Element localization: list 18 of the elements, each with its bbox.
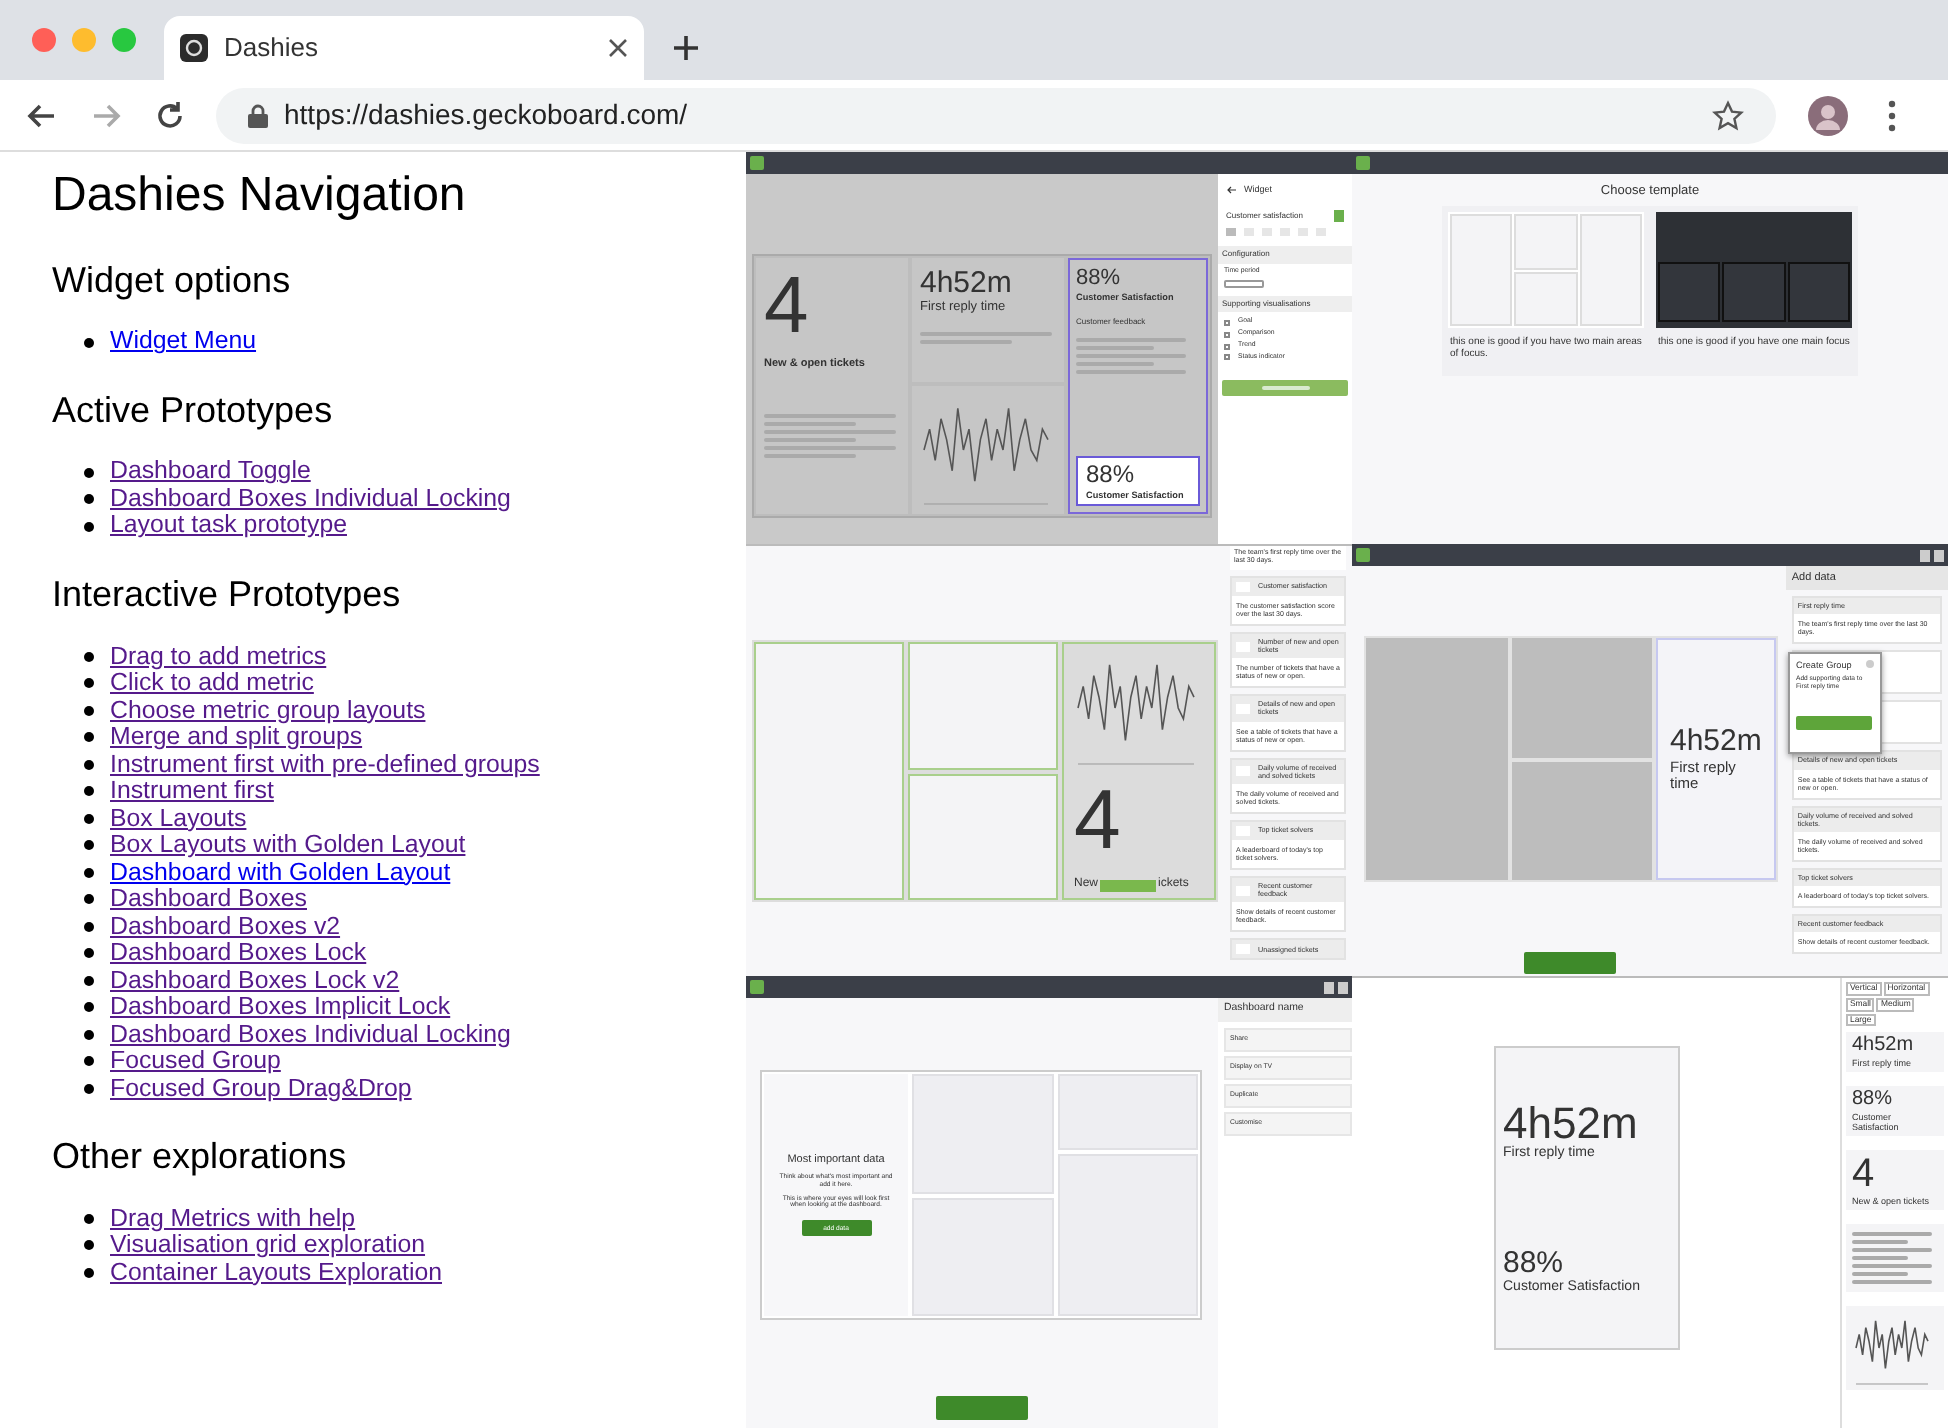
url-text: https://dashies.geckoboard.com/ bbox=[284, 96, 690, 134]
section-heading: Other explorations bbox=[52, 1136, 349, 1180]
metric-value: 88% bbox=[1076, 266, 1123, 292]
metric-value: 88% bbox=[1852, 1090, 1895, 1112]
page-title: Dashies Navigation bbox=[52, 168, 468, 226]
big-number: 4 bbox=[764, 266, 811, 346]
metric-value: 4 bbox=[1852, 1154, 1877, 1196]
tab-title: Dashies bbox=[224, 30, 320, 67]
metric-value: 4h52m bbox=[920, 266, 1014, 300]
metric-value: 88% bbox=[1503, 1248, 1566, 1281]
metric-value: 88% bbox=[1086, 461, 1137, 490]
section-heading: Widget options bbox=[52, 259, 293, 303]
metric-value: 4h52m bbox=[1852, 1036, 1916, 1058]
section-heading: Interactive Prototypes bbox=[52, 573, 403, 618]
big-number: 4 bbox=[1074, 778, 1123, 862]
section-heading: Active Prototypes bbox=[52, 389, 335, 433]
metric-value: 4h52m bbox=[1503, 1099, 1640, 1146]
metric-value: 4h52m bbox=[1670, 724, 1762, 759]
